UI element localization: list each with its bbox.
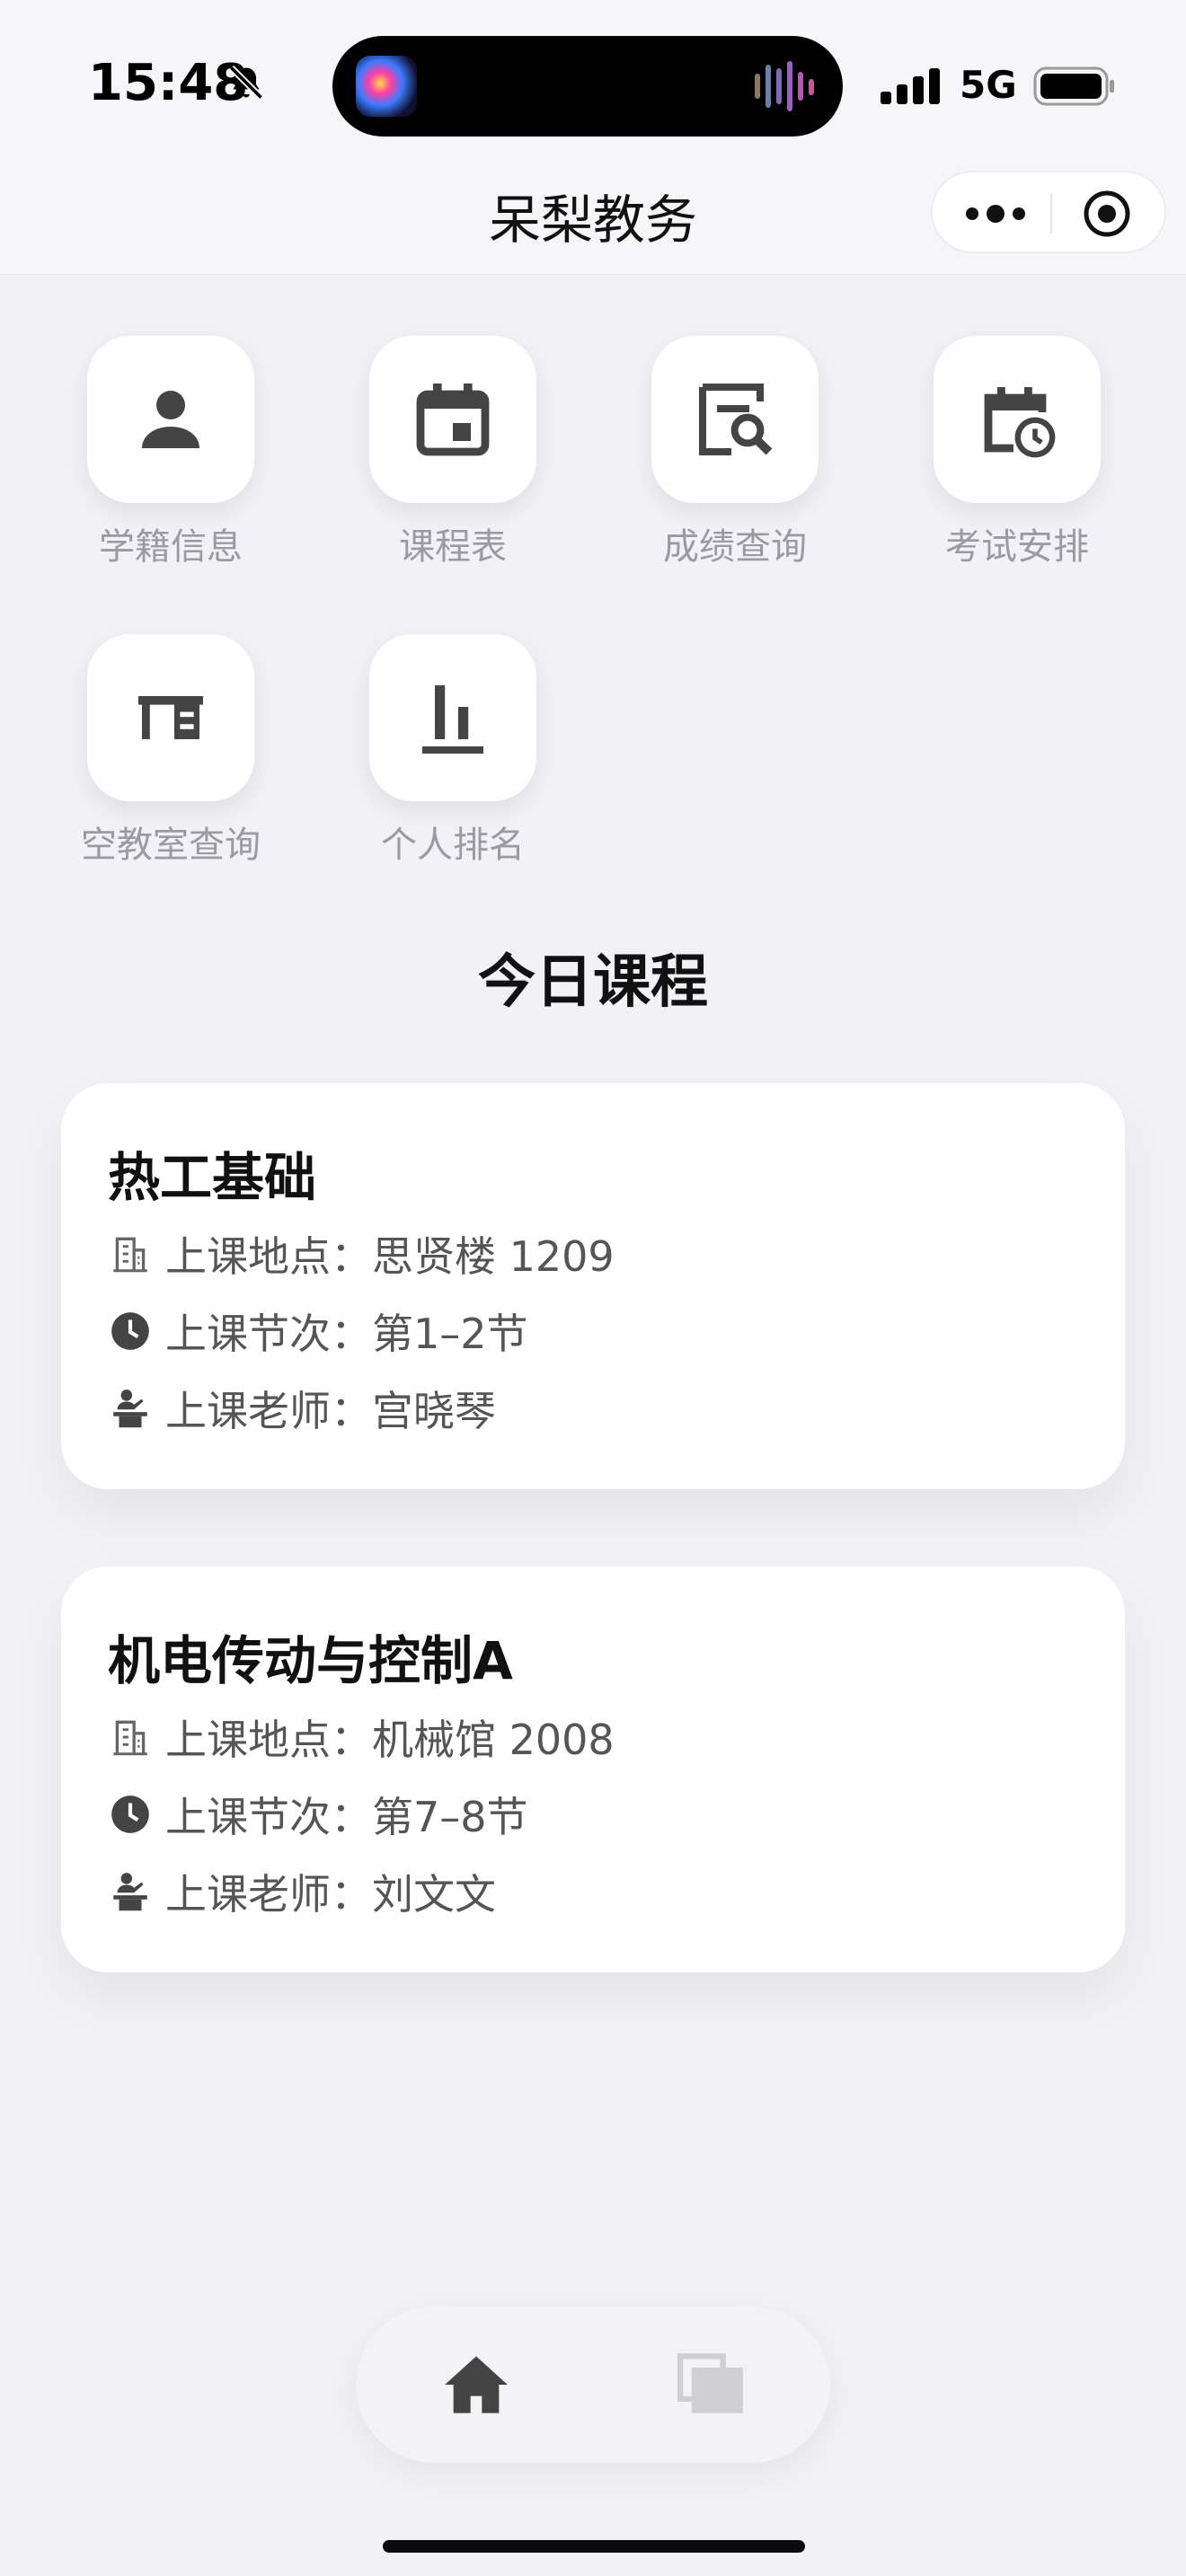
grade-search-icon bbox=[699, 384, 773, 455]
feature-tile[interactable] bbox=[369, 336, 536, 503]
person-icon bbox=[142, 391, 199, 448]
feature-grades[interactable]: 成绩查询 bbox=[627, 336, 843, 569]
network-type: 5G bbox=[960, 63, 1017, 107]
teacher-value: 刘文文 bbox=[372, 1870, 496, 1919]
course-teacher-row: 上课老师： 刘文文 bbox=[108, 1865, 496, 1919]
feature-label: 学籍信息 bbox=[99, 526, 243, 568]
location-value: 思贤楼 1209 bbox=[372, 1232, 615, 1281]
calendar-clock-icon bbox=[984, 387, 1056, 458]
calendar-icon bbox=[416, 384, 490, 456]
teacher-value: 宫晓琴 bbox=[372, 1387, 496, 1435]
feature-exams[interactable]: 考试安排 bbox=[909, 336, 1125, 569]
capsule-divider bbox=[1050, 194, 1052, 234]
teacher-label: 上课老师： bbox=[165, 1870, 372, 1919]
dynamic-island bbox=[332, 36, 843, 137]
mini-program-capsule bbox=[931, 171, 1166, 253]
clock-icon bbox=[111, 1795, 149, 1833]
feature-tile[interactable] bbox=[934, 336, 1101, 503]
feature-label: 课程表 bbox=[399, 526, 507, 568]
target-icon[interactable] bbox=[1080, 189, 1134, 239]
navigation-bar: 呆梨教务 bbox=[0, 171, 1186, 275]
period-label: 上课节次： bbox=[165, 1310, 372, 1358]
status-bar: 15:48 5G bbox=[0, 0, 1186, 171]
course-teacher-row: 上课老师： 宫晓琴 bbox=[108, 1381, 496, 1435]
course-location-row: 上课地点： 思贤楼 1209 bbox=[108, 1227, 615, 1281]
status-time: 15:48 bbox=[88, 54, 249, 112]
feature-label: 考试安排 bbox=[945, 526, 1089, 568]
course-card[interactable]: 机电传动与控制A 上课地点： 机械馆 2008 上课节次： 第7–8节 上课老师… bbox=[61, 1566, 1125, 1972]
tab-bar bbox=[356, 2307, 830, 2463]
course-location-row: 上课地点： 机械馆 2008 bbox=[108, 1710, 615, 1764]
bell-muted-icon bbox=[228, 65, 264, 101]
feature-student-info[interactable]: 学籍信息 bbox=[63, 336, 279, 569]
course-period-row: 上课节次： 第7–8节 bbox=[108, 1787, 528, 1841]
feature-empty-classroom[interactable]: 空教室查询 bbox=[63, 634, 279, 868]
feature-tile[interactable] bbox=[369, 634, 536, 801]
teacher-icon bbox=[113, 1389, 147, 1428]
building-icon bbox=[113, 1237, 147, 1273]
more-dots-icon[interactable] bbox=[960, 190, 1031, 237]
period-value: 第7–8节 bbox=[372, 1793, 528, 1841]
desk-icon bbox=[138, 696, 203, 739]
feature-timetable[interactable]: 课程表 bbox=[345, 336, 561, 569]
home-icon[interactable] bbox=[442, 2353, 510, 2416]
signal-icon bbox=[881, 68, 940, 104]
today-section-title: 今日课程 bbox=[478, 949, 708, 1016]
course-card[interactable]: 热工基础 上课地点： 思贤楼 1209 上课节次： 第1–2节 上课老师： 宫晓… bbox=[61, 1083, 1125, 1489]
music-app-icon bbox=[356, 56, 417, 117]
feature-tile[interactable] bbox=[87, 336, 254, 503]
building-icon bbox=[113, 1720, 147, 1756]
feature-label: 成绩查询 bbox=[663, 526, 807, 568]
location-value: 机械馆 2008 bbox=[372, 1716, 615, 1764]
course-period-row: 上课节次： 第1–2节 bbox=[108, 1304, 528, 1358]
home-indicator bbox=[383, 2540, 805, 2553]
battery-icon bbox=[1033, 66, 1114, 106]
teacher-icon bbox=[113, 1873, 147, 1911]
feature-ranking[interactable]: 个人排名 bbox=[345, 634, 561, 868]
feature-tile[interactable] bbox=[651, 336, 819, 503]
copy-icon[interactable] bbox=[677, 2353, 746, 2416]
period-value: 第1–2节 bbox=[372, 1310, 528, 1358]
clock-icon bbox=[111, 1312, 149, 1350]
course-name: 热工基础 bbox=[108, 1147, 317, 1208]
course-name: 机电传动与控制A bbox=[108, 1630, 513, 1691]
feature-label: 个人排名 bbox=[381, 825, 525, 866]
teacher-label: 上课老师： bbox=[165, 1387, 372, 1435]
feature-tile[interactable] bbox=[87, 634, 254, 801]
location-label: 上课地点： bbox=[165, 1232, 372, 1281]
audio-wave-icon bbox=[755, 61, 814, 111]
feature-label: 空教室查询 bbox=[81, 825, 261, 866]
location-label: 上课地点： bbox=[165, 1716, 372, 1764]
period-label: 上课节次： bbox=[165, 1793, 372, 1841]
bar-chart-icon bbox=[422, 685, 483, 754]
